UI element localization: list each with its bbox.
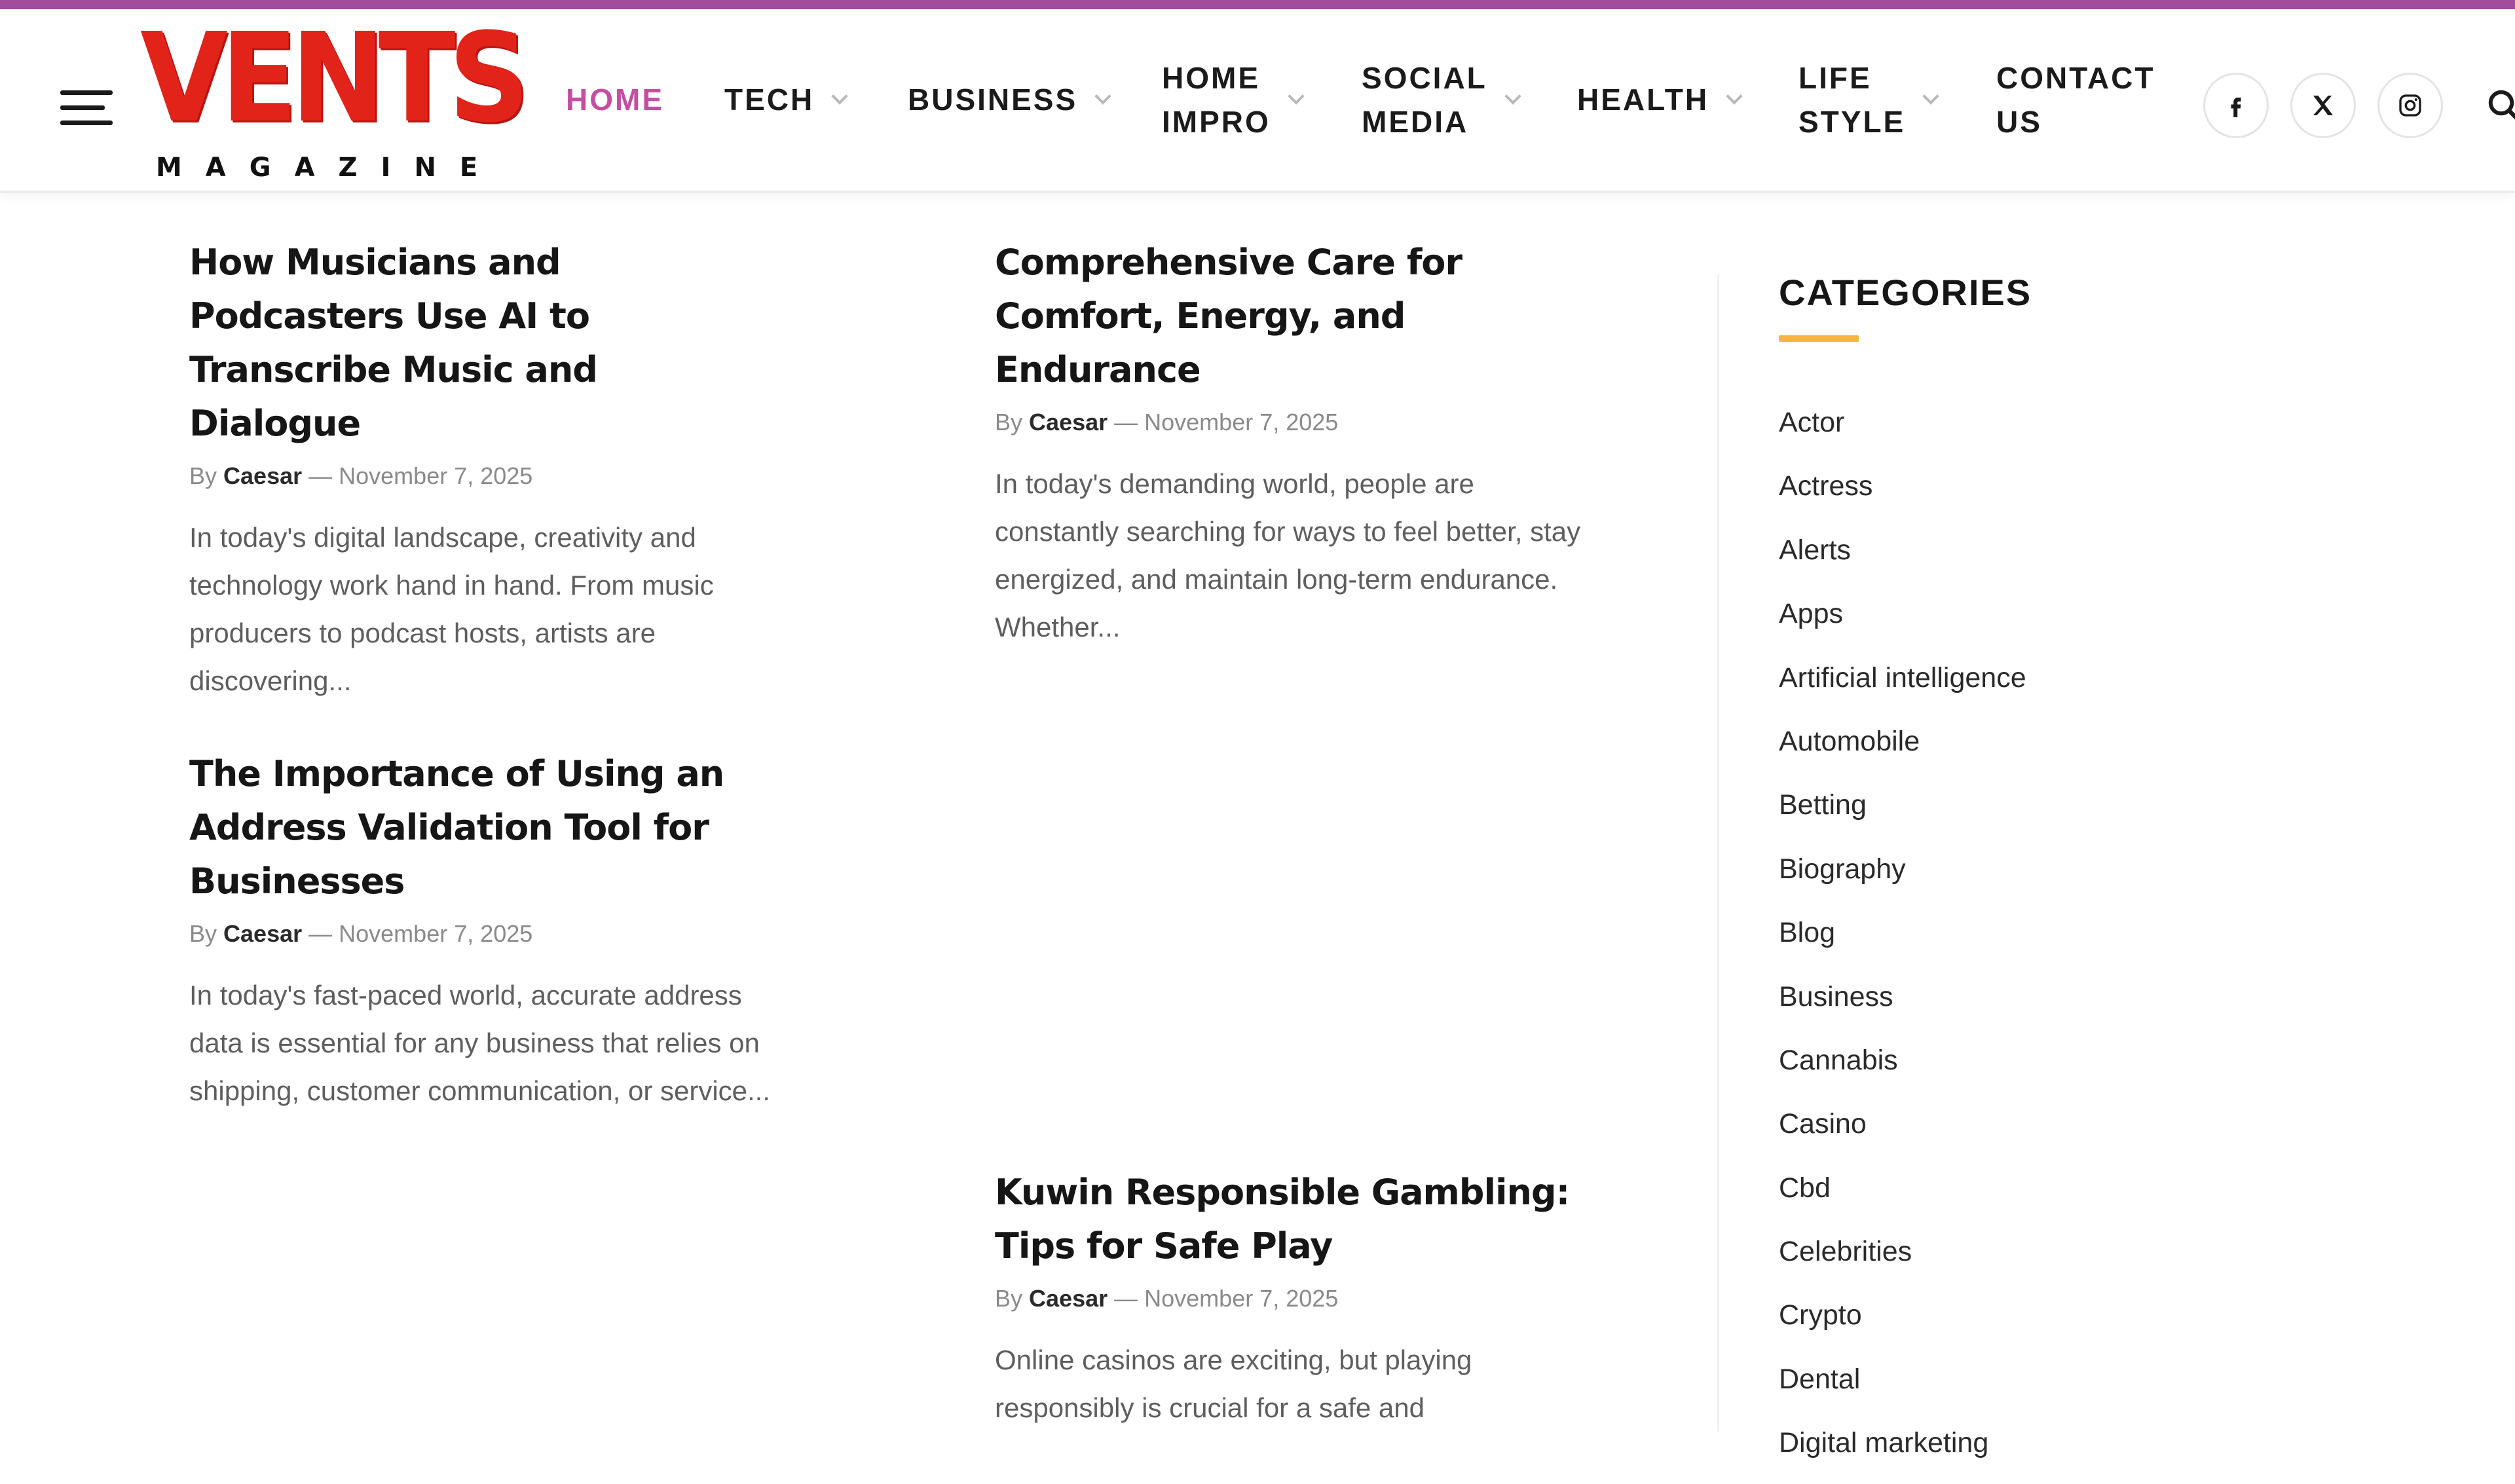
category-link[interactable]: Betting [1779, 782, 2026, 845]
post-excerpt: In today's demanding world, people are c… [995, 468, 1581, 642]
logo-tagline: MAGAZINE [156, 153, 502, 183]
category-link[interactable]: Alerts [1779, 527, 2026, 591]
nav-item-label: HOME IMPRO [1162, 60, 1271, 139]
category-link[interactable]: Biography [1779, 846, 2026, 910]
post-by: By [995, 1285, 1023, 1312]
category-link[interactable]: Business [1779, 974, 2026, 1037]
category-link[interactable]: Actor [1779, 399, 2026, 463]
nav-item-label: TECH [724, 83, 815, 117]
nav-item-label: HOME [566, 83, 664, 117]
nav-item[interactable]: LIFE STYLE [1798, 9, 1939, 191]
chevron-down-icon [1922, 87, 1939, 105]
search-icon[interactable] [2485, 86, 2515, 126]
hamburger-menu-icon[interactable] [60, 90, 113, 126]
category-link[interactable]: Crypto [1779, 1292, 2026, 1356]
post-author[interactable]: Caesar [1029, 409, 1108, 436]
category-link[interactable]: Apps [1779, 591, 2026, 654]
site-logo[interactable]: VENTS MAGAZINE [140, 17, 530, 186]
sidebar-divider [1717, 275, 1719, 1432]
post-meta: By Caesar — November 7, 2025 [189, 920, 779, 948]
post-author[interactable]: Caesar [223, 920, 302, 947]
post-by: By [189, 920, 217, 947]
facebook-icon[interactable] [2203, 73, 2269, 138]
chevron-down-icon [1504, 87, 1521, 105]
category-link[interactable]: Blog [1779, 910, 2026, 973]
category-link[interactable]: Artificial intelligence [1779, 655, 2026, 718]
post-card: Kuwin Responsible Gambling: Tips for Saf… [995, 1166, 1584, 1432]
post-meta: By Caesar — November 7, 2025 [995, 409, 1584, 436]
nav-item[interactable]: BUSINESS [908, 9, 1111, 191]
category-link[interactable]: Dental [1779, 1356, 2026, 1420]
nav-item[interactable]: CONTACT US [1996, 9, 2155, 191]
nav-item[interactable]: HEALTH [1577, 9, 1743, 191]
nav-item[interactable]: SOCIAL MEDIA [1362, 9, 1521, 191]
category-link[interactable]: Casino [1779, 1101, 2026, 1164]
nav-item-label: SOCIAL MEDIA [1362, 60, 1487, 139]
post-title[interactable]: Kuwin Responsible Gambling: Tips for Saf… [995, 1166, 1584, 1273]
post-date: — November 7, 2025 [308, 462, 533, 489]
post-by: By [189, 462, 217, 489]
chevron-down-icon [1288, 87, 1305, 105]
nav-item[interactable]: HOME IMPRO [1162, 9, 1305, 191]
instagram-icon[interactable] [2377, 73, 2443, 138]
category-link[interactable]: Cbd [1779, 1165, 2026, 1229]
post-author[interactable]: Caesar [223, 462, 302, 489]
hamburger-line [60, 90, 113, 95]
nav-item-label: HEALTH [1577, 83, 1709, 117]
post-card: The Importance of Using an Address Valid… [189, 747, 779, 1115]
categories-heading: CATEGORIES [1779, 272, 2032, 313]
nav-item[interactable]: HOME [566, 9, 664, 191]
hamburger-line [60, 121, 113, 125]
nav-item-label: CONTACT US [1996, 60, 2155, 139]
chevron-down-icon [831, 87, 848, 105]
x-twitter-icon[interactable] [2290, 73, 2356, 138]
post-title[interactable]: How Musicians and Podcasters Use AI to T… [189, 236, 779, 451]
category-link[interactable]: Celebrities [1779, 1229, 2026, 1292]
category-link[interactable]: Cannabis [1779, 1037, 2026, 1101]
category-list: Actor Actress Alerts Apps Artificial intelli… [1779, 399, 2026, 1484]
post-date: — November 7, 2025 [1114, 1285, 1339, 1312]
chevron-down-icon [1094, 87, 1111, 105]
post-author[interactable]: Caesar [1029, 1285, 1108, 1312]
post-excerpt: Online casinos are exciting, but playing… [995, 1345, 1472, 1423]
category-link[interactable]: Actress [1779, 463, 2026, 527]
post-excerpt: In today's fast-paced world, accurate ad… [189, 980, 771, 1106]
post-excerpt: In today's digital landscape, creativity… [189, 522, 714, 696]
post-date: — November 7, 2025 [308, 920, 533, 947]
post-title[interactable]: The Importance of Using an Address Valid… [189, 747, 779, 908]
chevron-down-icon [1726, 87, 1743, 105]
post-date: — November 7, 2025 [1114, 409, 1339, 436]
categories-heading-underline [1779, 335, 1859, 342]
post-title[interactable]: Comprehensive Care for Comfort, Energy, … [995, 236, 1584, 397]
category-link[interactable]: Digital marketing [1779, 1420, 2026, 1483]
post-by: By [995, 409, 1023, 436]
post-meta: By Caesar — November 7, 2025 [189, 462, 779, 490]
nav-item[interactable]: TECH [724, 9, 848, 191]
hamburger-line [60, 105, 105, 110]
post-meta: By Caesar — November 7, 2025 [995, 1285, 1584, 1312]
post-card: How Musicians and Podcasters Use AI to T… [189, 236, 779, 705]
logo-wordmark: VENTS [140, 7, 530, 150]
nav-item-label: LIFE STYLE [1798, 60, 1906, 139]
nav-item-label: BUSINESS [908, 83, 1078, 117]
category-link[interactable]: Automobile [1779, 718, 2026, 782]
post-card: Comprehensive Care for Comfort, Energy, … [995, 236, 1584, 651]
